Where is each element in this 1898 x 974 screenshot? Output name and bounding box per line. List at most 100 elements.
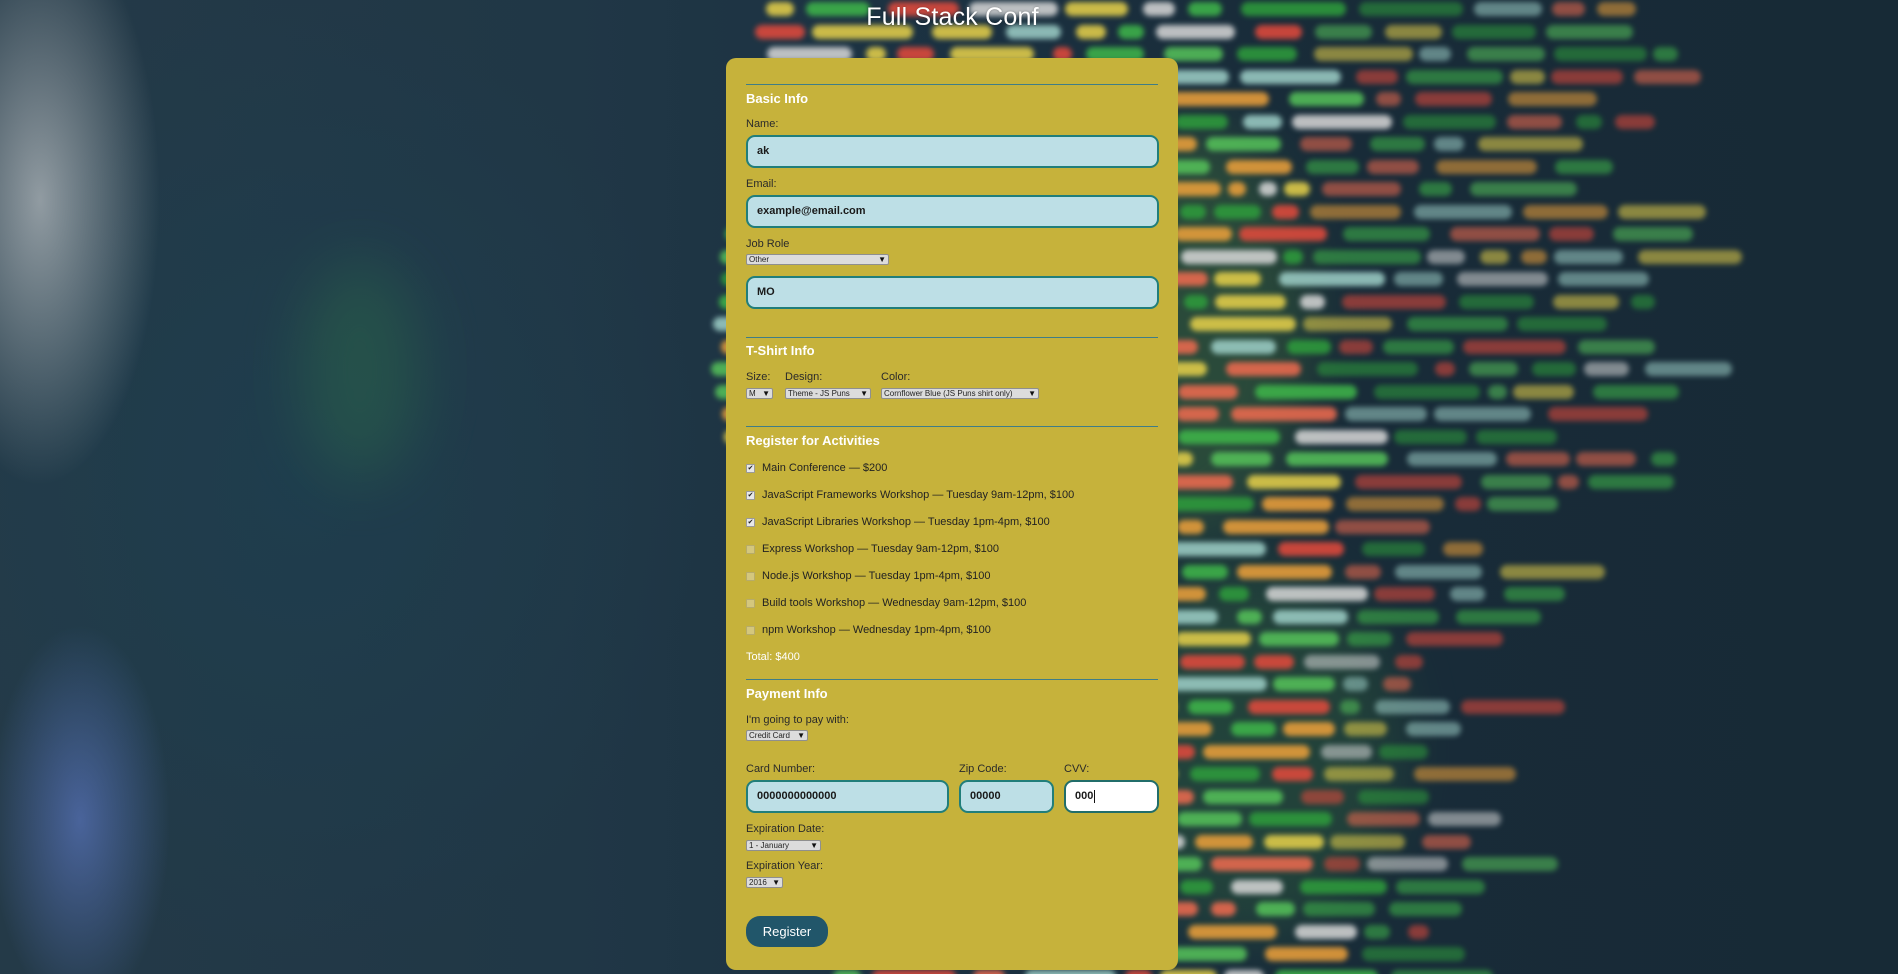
activity-checkbox[interactable] (746, 572, 755, 581)
background-code-fragment (1460, 699, 1566, 714)
expiration-month-select[interactable]: 1 - January ▼ (746, 840, 821, 851)
background-code-fragment (1294, 429, 1388, 444)
background-code-fragment (1395, 879, 1485, 894)
background-code-fragment (1456, 609, 1541, 624)
background-code-fragment (1343, 227, 1431, 241)
background-code-fragment (1459, 294, 1535, 309)
background-code-fragment (1309, 204, 1402, 219)
background-code-fragment (1236, 564, 1332, 579)
background-code-fragment (1301, 789, 1345, 804)
page-title: Full Stack Conf (866, 3, 1039, 31)
background-code-fragment (1407, 317, 1508, 331)
background-code-fragment (1236, 609, 1263, 624)
color-select[interactable]: Cornflower Blue (JS Puns shirt only) ▼ (881, 388, 1039, 399)
background-code-fragment (1479, 249, 1509, 264)
background-code-fragment (1469, 362, 1518, 376)
background-code-fragment (1180, 204, 1206, 219)
email-label: Email: (746, 178, 777, 190)
activity-checkbox[interactable] (746, 626, 755, 635)
background-code-fragment (1462, 339, 1566, 354)
text-cursor (1094, 789, 1096, 803)
expiration-year-select[interactable]: 2016 ▼ (746, 877, 783, 888)
cvv-value: 000 (1075, 790, 1094, 802)
background-code-fragment (1163, 542, 1266, 556)
background-code-fragment (1226, 159, 1292, 174)
background-code-fragment (1278, 272, 1386, 286)
background-code-fragment (1405, 722, 1461, 736)
background-code-fragment (1354, 474, 1463, 489)
background-code-fragment (1516, 317, 1607, 331)
background-code-fragment (1554, 159, 1613, 174)
background-code-fragment (1271, 204, 1300, 219)
background-code-fragment (1169, 497, 1255, 511)
background-code-fragment (1241, 2, 1347, 16)
background-code-fragment (1263, 834, 1324, 849)
background-code-fragment (1238, 227, 1328, 241)
background-code-fragment (1408, 924, 1429, 939)
cvv-input[interactable]: 000 (1064, 780, 1159, 813)
color-label: Color: (881, 371, 911, 383)
email-input[interactable]: example@email.com (746, 195, 1159, 228)
payment-method-select[interactable]: Credit Card ▼ (746, 730, 808, 741)
background-code-fragment (1344, 722, 1387, 736)
section-divider (746, 679, 1158, 680)
background-code-fragment (1455, 497, 1482, 511)
background-code-fragment (1314, 24, 1373, 39)
background-code-fragment (1258, 632, 1340, 646)
card-number-input[interactable]: 0000000000000 (746, 780, 949, 813)
other-job-role-input[interactable]: MO (746, 276, 1159, 309)
background-code-fragment (1358, 2, 1463, 16)
background-code-fragment (1284, 182, 1311, 196)
background-code-fragment (1254, 384, 1357, 399)
activity-checkbox[interactable]: ✔ (746, 464, 755, 473)
background-code-fragment (1362, 947, 1465, 961)
basic-info-legend: Basic Info (746, 91, 809, 106)
background-code-fragment (1356, 609, 1440, 624)
background-code-fragment (1303, 317, 1392, 331)
background-code-fragment (1403, 114, 1496, 129)
background-code-fragment (1125, 969, 1152, 974)
activity-checkbox[interactable] (746, 545, 755, 554)
background-code-fragment (1634, 69, 1701, 84)
activity-checkbox[interactable]: ✔ (746, 491, 755, 500)
background-code-fragment (1338, 339, 1373, 354)
zip-label: Zip Code: (959, 763, 1007, 775)
background-code-fragment (1211, 902, 1237, 916)
background-code-fragment (1597, 2, 1637, 16)
activity-checkbox[interactable]: ✔ (746, 518, 755, 527)
background-code-fragment (1211, 339, 1276, 354)
background-code-fragment (1379, 744, 1429, 759)
design-label: Design: (785, 371, 823, 383)
expiration-year-value: 2016 (749, 878, 767, 887)
name-input[interactable]: ak (746, 135, 1159, 168)
background-code-fragment (1487, 384, 1508, 399)
activities-total: Total: $400 (746, 651, 800, 663)
background-code-fragment (1395, 564, 1483, 579)
activities-legend: Register for Activities (746, 433, 880, 448)
background-code-fragment (1394, 272, 1444, 286)
design-select[interactable]: Theme - JS Puns ▼ (785, 388, 871, 399)
background-code-fragment (1474, 2, 1542, 16)
background-code-fragment (1508, 92, 1597, 106)
background-code-fragment (1614, 114, 1656, 129)
background-code-fragment (1344, 564, 1382, 579)
background-code-fragment (1433, 407, 1532, 421)
background-code-fragment (1617, 204, 1706, 219)
register-button[interactable]: Register (746, 916, 828, 947)
background-code-fragment (1433, 137, 1464, 151)
background-code-fragment (1366, 857, 1448, 871)
activity-checkbox[interactable] (746, 599, 755, 608)
background-code-fragment (1183, 294, 1208, 309)
background-code-fragment (1553, 47, 1647, 61)
background-code-fragment (1174, 632, 1251, 646)
job-role-select[interactable]: Other ▼ (746, 254, 889, 265)
background-code-fragment (1548, 227, 1594, 241)
chevron-down-icon: ▼ (878, 255, 886, 264)
pay-with-label: I'm going to pay with: (746, 714, 849, 726)
background-code-fragment (1275, 969, 1378, 974)
zip-input[interactable]: 00000 (959, 780, 1054, 813)
background-code-fragment (1346, 632, 1392, 646)
size-select[interactable]: M ▼ (746, 388, 773, 399)
background-code-fragment (1242, 114, 1282, 129)
design-value: Theme - JS Puns (788, 389, 850, 398)
